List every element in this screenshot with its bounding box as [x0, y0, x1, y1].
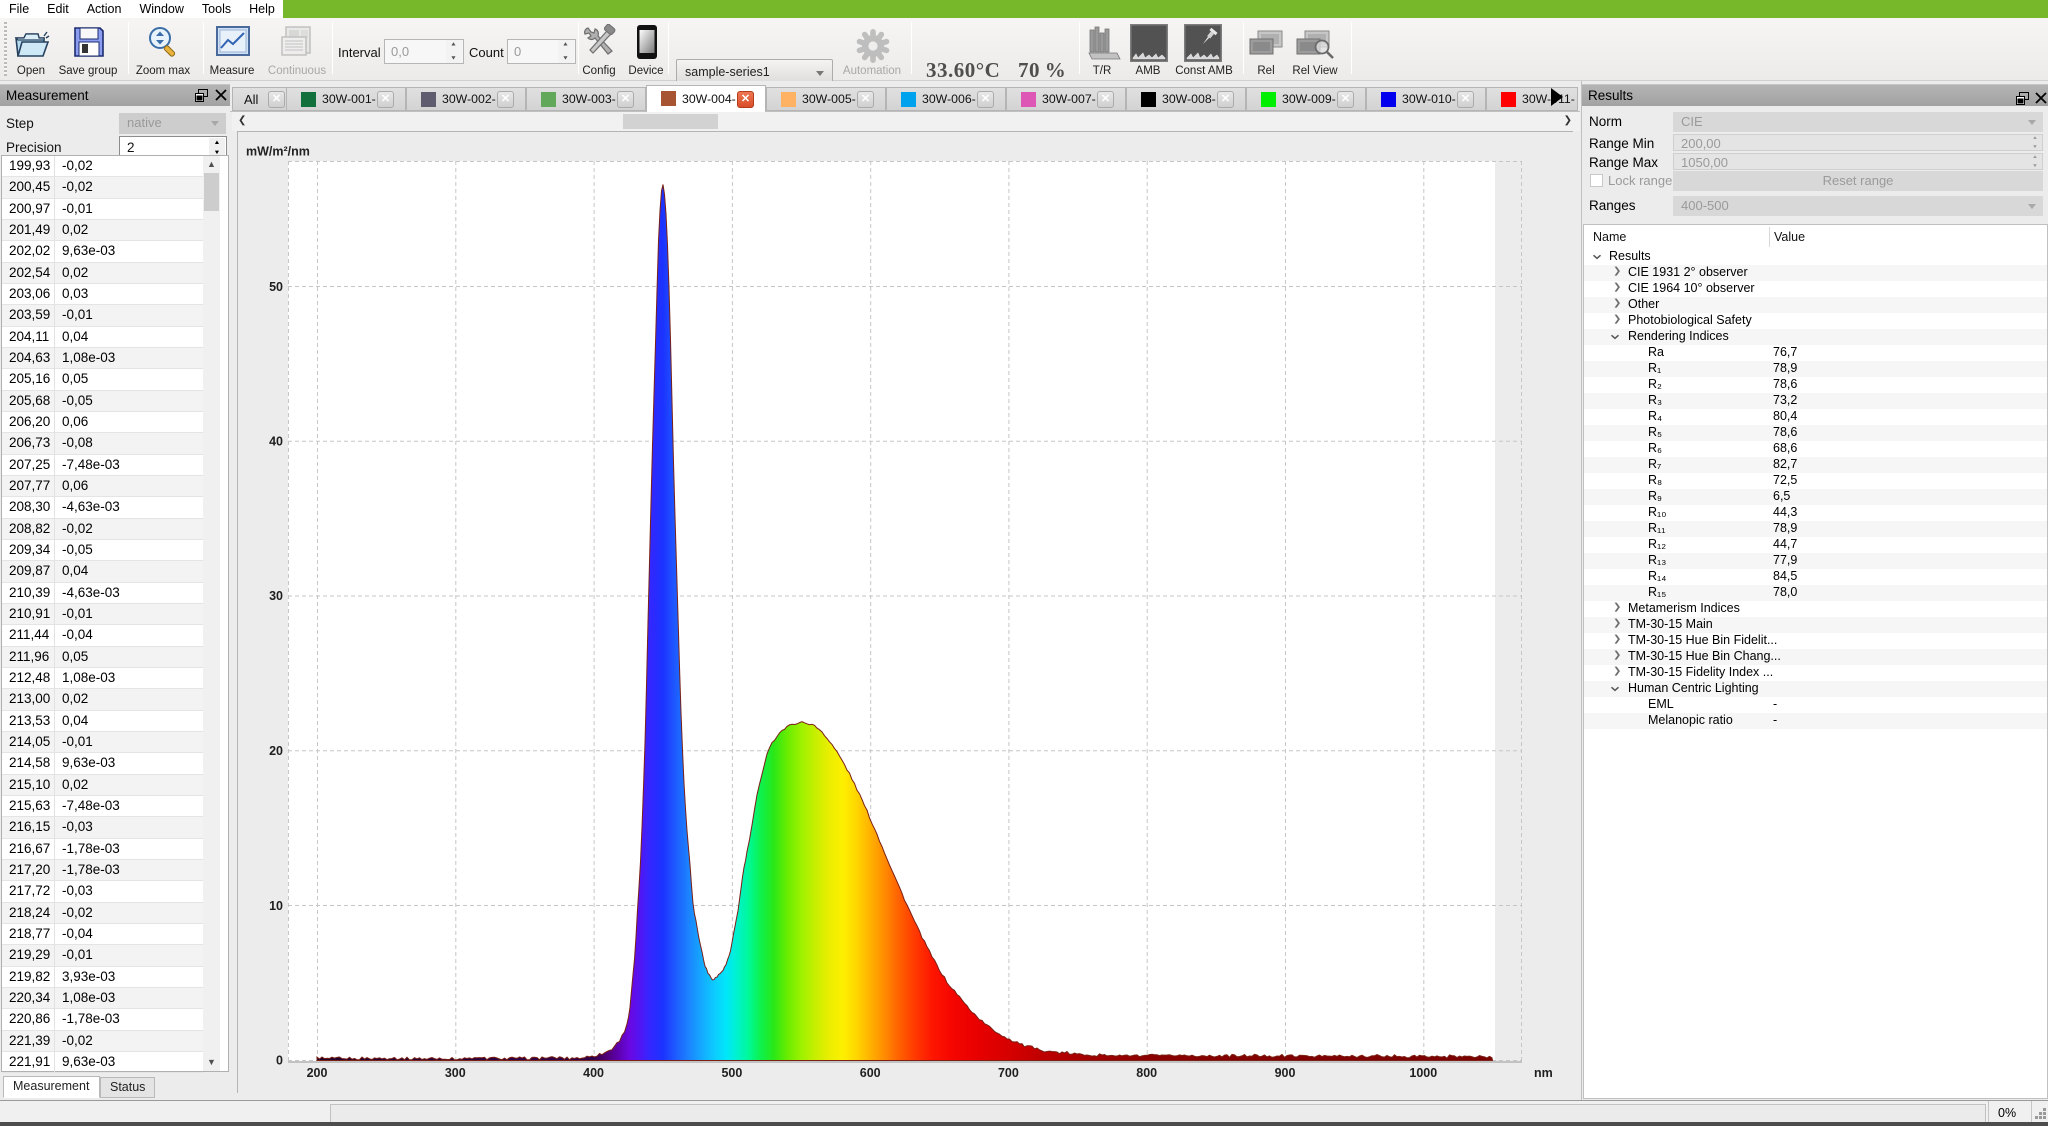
svg-text:1000: 1000: [1409, 1066, 1437, 1080]
svg-text:600: 600: [860, 1066, 881, 1080]
svg-text:40: 40: [269, 435, 283, 449]
svg-text:500: 500: [721, 1066, 742, 1080]
svg-text:30: 30: [269, 589, 283, 603]
svg-text:20: 20: [269, 744, 283, 758]
svg-text:700: 700: [998, 1066, 1019, 1080]
svg-text:0: 0: [276, 1054, 283, 1068]
svg-text:900: 900: [1275, 1066, 1296, 1080]
svg-text:10: 10: [269, 899, 283, 913]
svg-text:400: 400: [583, 1066, 604, 1080]
svg-text:300: 300: [445, 1066, 466, 1080]
svg-text:mW/m²/nm: mW/m²/nm: [246, 145, 310, 159]
svg-text:800: 800: [1136, 1066, 1157, 1080]
svg-text:200: 200: [307, 1066, 328, 1080]
svg-text:50: 50: [269, 280, 283, 294]
svg-text:nm: nm: [1534, 1066, 1553, 1080]
